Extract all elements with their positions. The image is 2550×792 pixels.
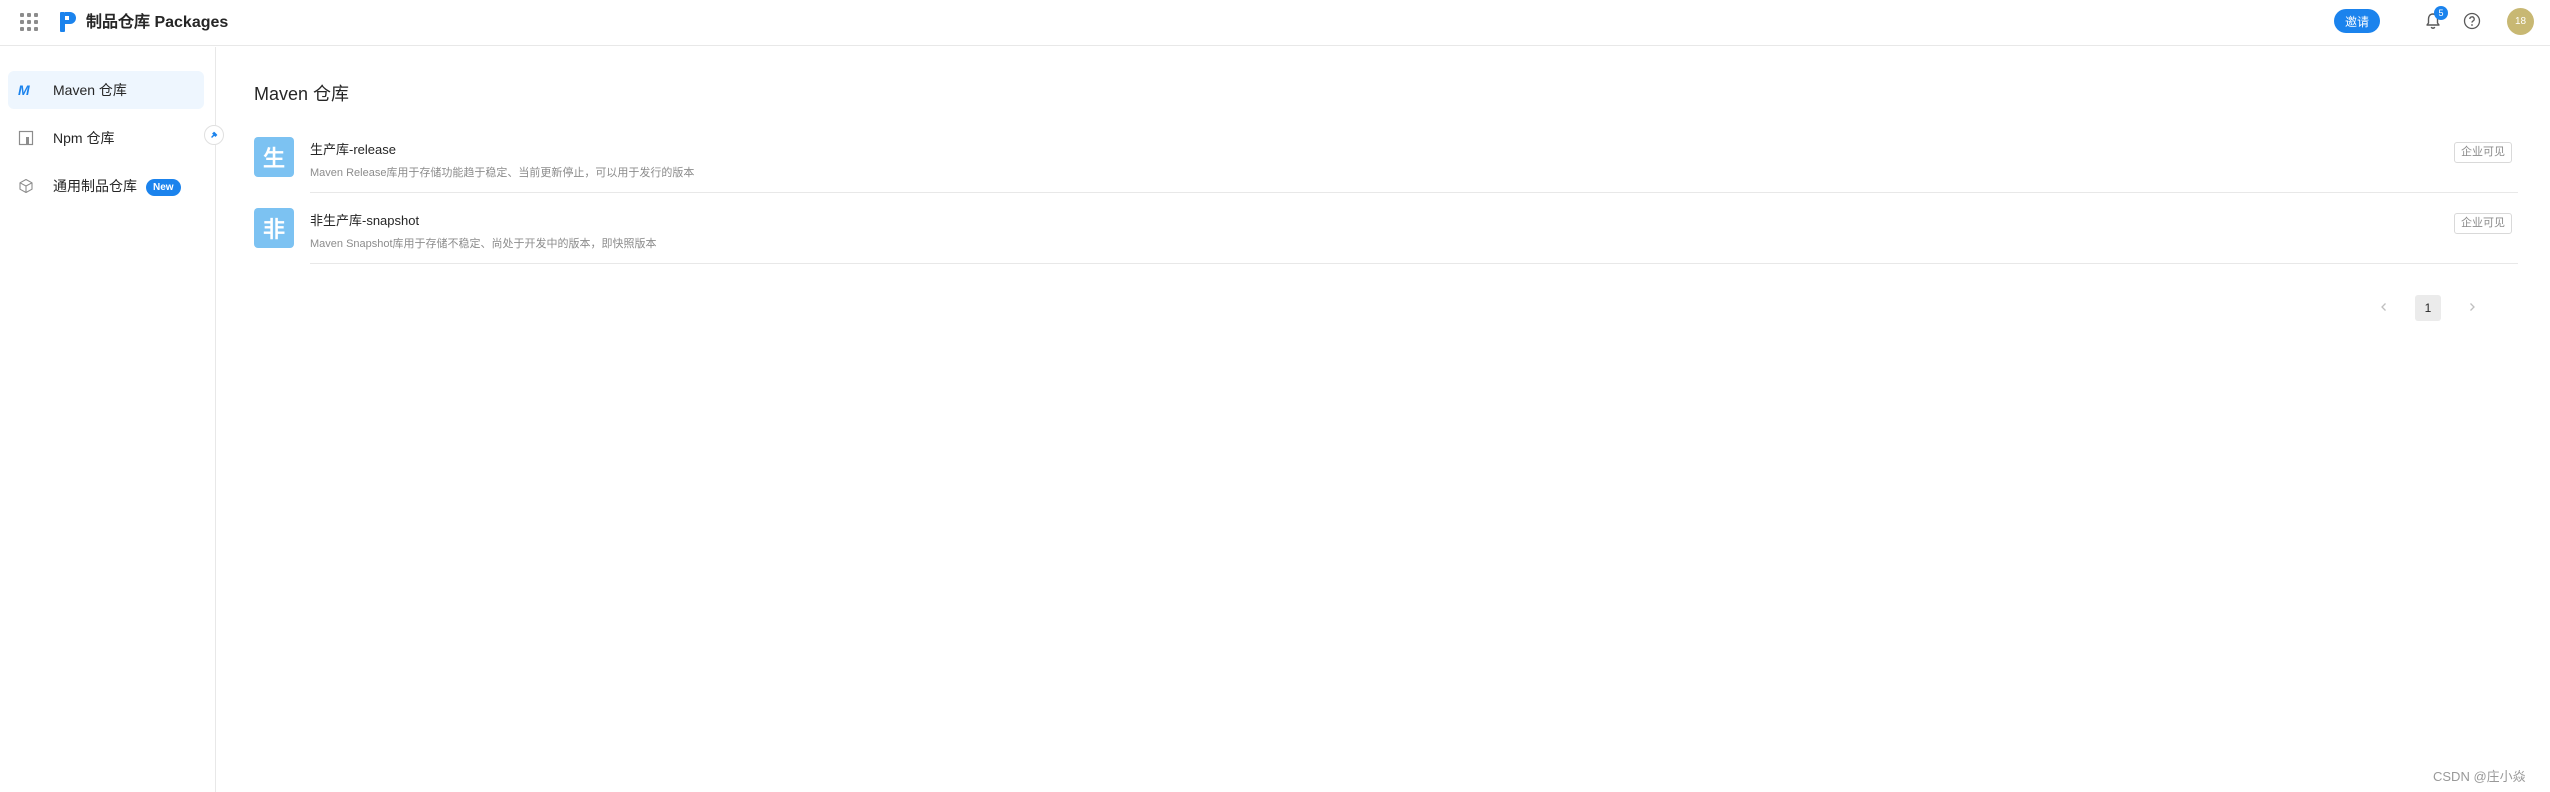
new-badge: New xyxy=(146,179,181,196)
packages-logo-icon[interactable] xyxy=(58,10,76,34)
pagination-prev-button[interactable] xyxy=(2372,295,2396,319)
repo-avatar: 非 xyxy=(254,208,294,248)
pagination-page-1[interactable]: 1 xyxy=(2415,295,2441,321)
chevron-right-icon xyxy=(2470,303,2475,311)
sidebar-item-label: Npm 仓库 xyxy=(53,130,115,146)
sidebar-item-maven[interactable]: M Maven 仓库 xyxy=(8,71,204,109)
repo-item-release[interactable]: 生 生产库-release Maven Release库用于存储功能趋于稳定、当… xyxy=(254,137,2518,209)
cube-icon xyxy=(18,178,34,194)
apps-grid-icon[interactable] xyxy=(20,13,38,31)
row-divider xyxy=(310,263,2518,264)
sidebar-item-label: 通用制品仓库 xyxy=(53,178,137,194)
repo-name[interactable]: 生产库-release xyxy=(310,141,396,159)
repo-avatar: 生 xyxy=(254,137,294,177)
pagination-next-button[interactable] xyxy=(2460,295,2484,319)
sidebar-item-generic[interactable]: 通用制品仓库 New xyxy=(8,167,204,205)
app-title[interactable]: 制品仓库 Packages xyxy=(86,12,228,34)
help-icon[interactable] xyxy=(2462,11,2482,31)
notification-badge: 5 xyxy=(2434,6,2448,20)
repo-description: Maven Snapshot库用于存储不稳定、尚处于开发中的版本，即快照版本 xyxy=(310,238,657,250)
svg-text:M: M xyxy=(18,83,30,97)
watermark: CSDN @庄小焱 xyxy=(2433,769,2526,784)
chevron-left-icon xyxy=(2381,303,2386,311)
invite-button[interactable]: 邀请 xyxy=(2334,9,2380,33)
repo-name[interactable]: 非生产库-snapshot xyxy=(310,212,419,230)
repo-item-snapshot[interactable]: 非 非生产库-snapshot Maven Snapshot库用于存储不稳定、尚… xyxy=(254,208,2518,280)
user-avatar[interactable]: 18 xyxy=(2507,8,2534,35)
visibility-tag: 企业可见 xyxy=(2454,213,2512,234)
visibility-tag: 企业可见 xyxy=(2454,142,2512,163)
pin-icon xyxy=(211,131,218,138)
page-title: Maven 仓库 xyxy=(254,84,350,104)
maven-icon: M xyxy=(18,82,34,98)
row-divider xyxy=(310,192,2518,193)
repo-description: Maven Release库用于存储功能趋于稳定、当前更新停止，可以用于发行的版… xyxy=(310,167,695,179)
sidebar: M Maven 仓库 Npm 仓库 通用制品仓库 New xyxy=(0,47,224,792)
sidebar-item-npm[interactable]: Npm 仓库 xyxy=(8,119,204,157)
top-bar: 制品仓库 Packages 邀请 5 18 xyxy=(0,0,2550,46)
sidebar-item-label: Maven 仓库 xyxy=(53,82,127,98)
npm-icon xyxy=(18,130,34,146)
sidebar-collapse-button[interactable] xyxy=(204,125,224,145)
